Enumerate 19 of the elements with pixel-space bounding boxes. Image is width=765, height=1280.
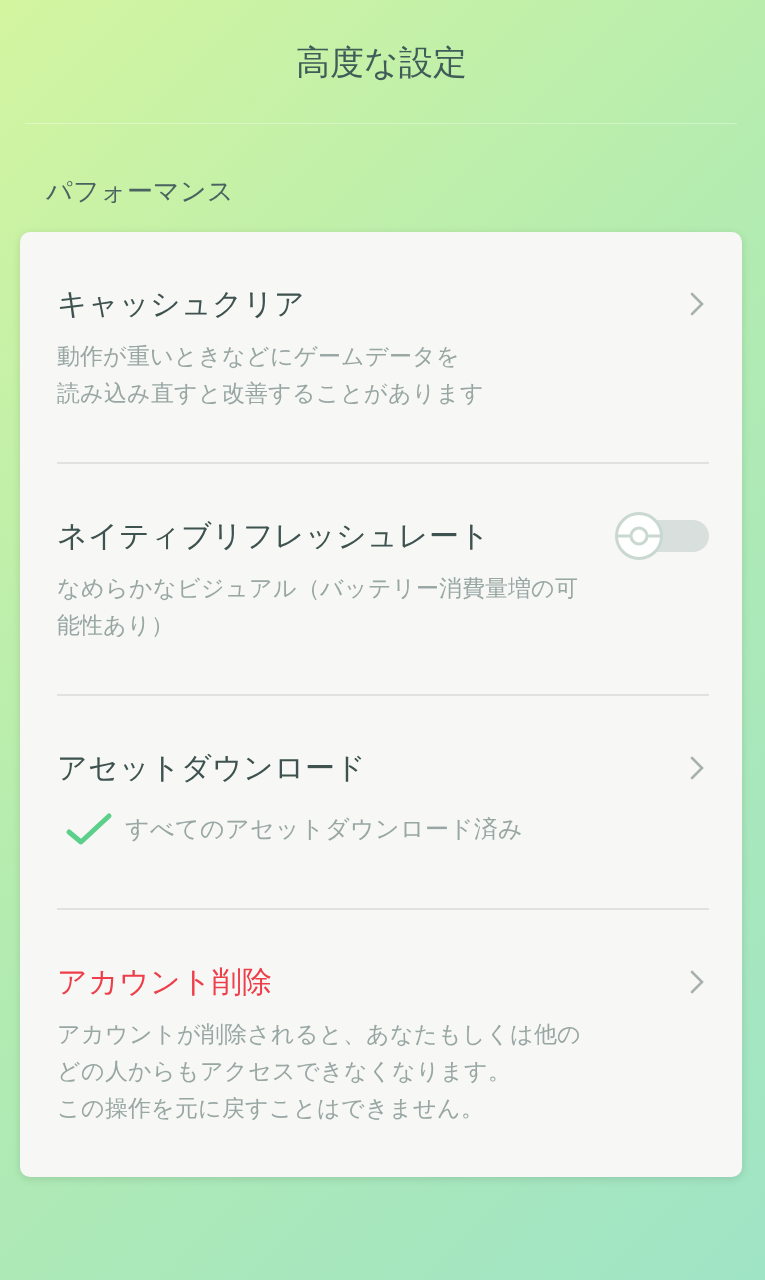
setting-description: この操作を元に戻すことはできません。 (57, 1094, 484, 1123)
chevron-right-icon (689, 755, 705, 781)
checkmark-icon (65, 812, 113, 846)
setting-description: なめらかなビジュアル（バッテリー消費量増の可 (57, 574, 578, 603)
setting-title: アセットダウンロード (57, 748, 366, 787)
setting-title: アカウント削除 (57, 962, 272, 1001)
setting-description: どの人からもアクセスできなくなります。 (57, 1057, 511, 1086)
setting-description: アカウントが削除されると、あなたもしくは他の (57, 1020, 581, 1049)
status-text: すべてのアセットダウンロード済み (125, 814, 523, 845)
toggle-switch[interactable] (614, 511, 709, 561)
setting-title: ネイティブリフレッシュレート (57, 516, 490, 555)
chevron-right-icon (689, 969, 705, 995)
screen-title: 高度な設定 (294, 41, 468, 84)
setting-description: 能性あり） (57, 611, 174, 640)
setting-description: 読み込み直すと改善することがあります (57, 379, 484, 408)
section-label: パフォーマンス (45, 175, 235, 208)
chevron-right-icon (689, 291, 705, 317)
setting-description: 動作が重いときなどにゲームデータを (57, 342, 460, 371)
setting-title: キャッシュクリア (57, 284, 305, 323)
